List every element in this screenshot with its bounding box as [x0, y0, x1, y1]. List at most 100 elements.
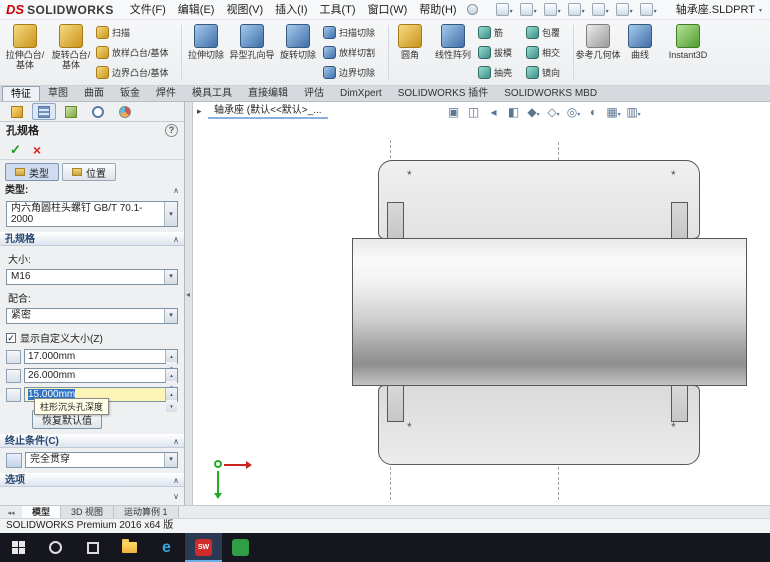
feature-manager-tab[interactable] — [5, 103, 29, 120]
options-button[interactable] — [639, 3, 657, 16]
previous-view-icon[interactable] — [485, 104, 502, 120]
sketch-point-marker[interactable]: * — [407, 168, 412, 182]
flyout-tree-arrow-icon[interactable] — [197, 105, 202, 117]
type-group-header[interactable]: 类型: — [0, 184, 184, 198]
solidworks-taskbar-button[interactable]: SW — [185, 533, 222, 562]
dimxpert-manager-tab[interactable] — [86, 103, 110, 120]
tab-surfaces[interactable]: 曲面 — [76, 86, 112, 101]
section-view-icon[interactable] — [505, 104, 522, 120]
sweep-button[interactable]: 扫描 — [94, 23, 180, 42]
tab-type[interactable]: 类型 — [5, 163, 59, 181]
zoom-to-area-icon[interactable] — [465, 104, 482, 120]
collapse-panel-icon[interactable] — [186, 288, 190, 300]
pin-menu-icon[interactable] — [466, 4, 478, 15]
tab-model[interactable]: 模型 — [22, 506, 62, 518]
file-explorer-button[interactable] — [111, 533, 148, 562]
extruded-cut-button[interactable]: 拉伸切除 — [183, 21, 229, 84]
menu-view[interactable]: 视图(V) — [220, 0, 269, 20]
menu-insert[interactable]: 插入(I) — [269, 0, 313, 20]
options-group-header[interactable]: 选项 — [0, 473, 184, 487]
menu-window[interactable]: 窗口(W) — [362, 0, 414, 20]
linear-pattern-button[interactable]: 线性阵列 — [430, 21, 476, 84]
new-document-button[interactable] — [495, 3, 513, 16]
sketch-point-marker[interactable]: * — [671, 168, 676, 182]
search-button[interactable] — [37, 533, 74, 562]
intersect-button[interactable]: 相交 — [524, 43, 572, 62]
model-notch[interactable] — [387, 385, 404, 422]
hole-wizard-button[interactable]: 异型孔向导 — [229, 21, 275, 84]
menu-tools[interactable]: 工具(T) — [314, 0, 362, 20]
revolved-cut-button[interactable]: 旋转切除 — [275, 21, 321, 84]
loft-button[interactable]: 放样凸台/基体 — [94, 43, 180, 62]
tab-direct-editing[interactable]: 直接编辑 — [240, 86, 296, 101]
document-tab[interactable]: 轴承座 (默认<<默认>_... — [208, 102, 328, 119]
tab-solidworks-mbd[interactable]: SOLIDWORKS MBD — [496, 86, 605, 101]
tab-sketch[interactable]: 草图 — [40, 86, 76, 101]
display-manager-tab[interactable] — [113, 103, 137, 120]
tab-sheet-metal[interactable]: 钣金 — [112, 86, 148, 101]
stepper-up-icon[interactable] — [166, 350, 177, 362]
tab-solidworks-addins[interactable]: SOLIDWORKS 插件 — [390, 86, 497, 101]
help-icon[interactable] — [165, 124, 178, 137]
model-notch[interactable] — [671, 202, 688, 239]
stepper-up-icon[interactable] — [166, 388, 177, 400]
open-button[interactable] — [519, 3, 537, 16]
hole-spec-group-header[interactable]: 孔规格 — [0, 232, 184, 246]
tab-evaluate[interactable]: 评估 — [296, 86, 332, 101]
boundary-boss-button[interactable]: 边界凸台/基体 — [94, 63, 180, 82]
stepper-down-icon[interactable] — [166, 400, 177, 412]
fit-dropdown[interactable]: 紧密 — [6, 308, 178, 324]
model-notch[interactable] — [387, 202, 404, 239]
hide-show-items-icon[interactable] — [565, 104, 582, 120]
sketch-point-marker[interactable]: * — [407, 420, 412, 434]
instant3d-button[interactable]: Instant3D — [659, 21, 717, 84]
tab-features[interactable]: 特征 — [2, 86, 40, 101]
cancel-x-icon[interactable] — [33, 142, 41, 158]
lofted-cut-button[interactable]: 放样切割 — [321, 43, 387, 62]
draft-button[interactable]: 拔模 — [476, 43, 524, 62]
view-orientation-icon[interactable] — [525, 104, 542, 120]
swept-cut-button[interactable]: 扫描切除 — [321, 23, 387, 42]
model-notch[interactable] — [671, 385, 688, 422]
pane-scroll-arrows-icon[interactable] — [0, 506, 22, 518]
tab-position[interactable]: 位置 — [62, 163, 116, 181]
rib-button[interactable]: 筋 — [476, 23, 524, 42]
tab-mold-tools[interactable]: 模具工具 — [184, 86, 240, 101]
model-bottom-plate-face[interactable] — [378, 385, 700, 465]
collapse-chevron-icon[interactable] — [173, 184, 179, 198]
menu-help[interactable]: 帮助(H) — [413, 0, 462, 20]
collapse-chevron-icon[interactable] — [173, 435, 179, 449]
edge-button[interactable]: e — [148, 533, 185, 562]
sketch-point-marker[interactable]: * — [671, 420, 676, 434]
tab-weldments[interactable]: 焊件 — [148, 86, 184, 101]
boundary-cut-button[interactable]: 边界切除 — [321, 63, 387, 82]
graphics-viewport[interactable]: 轴承座 (默认<<默认>_... * * * * — [193, 102, 770, 505]
menu-file[interactable]: 文件(F) — [124, 0, 172, 20]
hole-standard-dropdown[interactable]: 内六角圆柱头螺钉 GB/T 70.1-2000 — [6, 201, 178, 227]
end-condition-dropdown[interactable]: 完全贯穿 — [25, 452, 178, 468]
configuration-manager-tab[interactable] — [59, 103, 83, 120]
collapse-chevron-icon[interactable] — [173, 474, 179, 488]
apply-scene-icon[interactable] — [605, 104, 622, 120]
start-button[interactable] — [0, 533, 37, 562]
end-condition-group-header[interactable]: 终止条件(C) — [0, 434, 184, 448]
cbore-diameter-input[interactable]: 26.000mm — [24, 368, 178, 393]
rebuild-button[interactable] — [615, 3, 633, 16]
shell-button[interactable]: 抽壳 — [476, 63, 524, 82]
revolve-boss-button[interactable]: 旋转凸台/基体 — [48, 21, 94, 84]
tab-dimxpert[interactable]: DimXpert — [332, 86, 390, 101]
task-view-button[interactable] — [74, 533, 111, 562]
through-hole-diameter-input[interactable]: 17.000mm — [24, 349, 178, 374]
tab-3d-views[interactable]: 3D 视图 — [61, 506, 115, 518]
chevron-down-icon[interactable] — [759, 0, 762, 21]
panel-scroll-down-icon[interactable] — [173, 491, 179, 502]
view-settings-icon[interactable] — [625, 104, 642, 120]
extrude-boss-button[interactable]: 拉伸凸台/基体 — [2, 21, 48, 84]
display-style-icon[interactable] — [545, 104, 562, 120]
mirror-button[interactable]: 镜向 — [524, 63, 572, 82]
size-dropdown[interactable]: M16 — [6, 269, 178, 285]
wrap-button[interactable]: 包覆 — [524, 23, 572, 42]
menu-edit[interactable]: 编辑(E) — [172, 0, 221, 20]
tab-motion-study[interactable]: 运动算例 1 — [114, 506, 179, 518]
model-top-plate-face[interactable] — [378, 160, 700, 239]
